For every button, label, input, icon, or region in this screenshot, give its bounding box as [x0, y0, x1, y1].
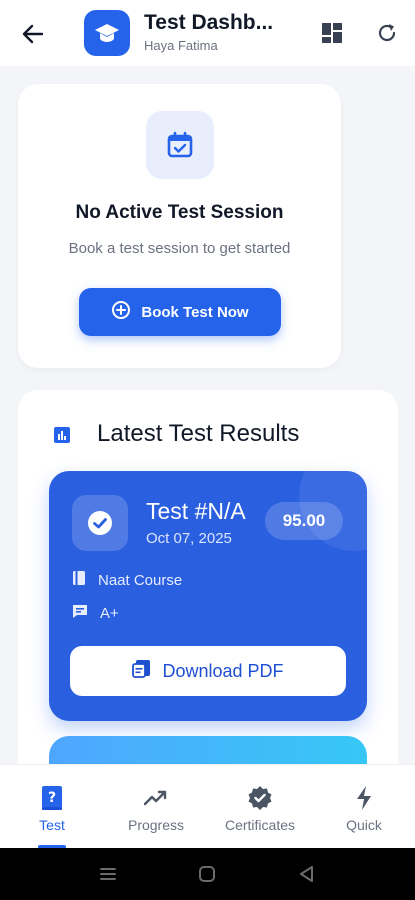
grade-row: A+ [72, 603, 119, 623]
system-back-icon[interactable] [296, 864, 316, 884]
test-date: Oct 07, 2025 [146, 530, 232, 547]
trending-up-icon [143, 785, 169, 811]
book-test-button[interactable]: Book Test Now [79, 288, 281, 336]
graduation-cap-icon [84, 10, 130, 56]
recent-apps-icon[interactable] [98, 864, 118, 884]
nav-item-quick[interactable]: Quick [312, 765, 415, 849]
test-result-card: Test #N/A Oct 07, 2025 95.00 Naat Course… [49, 471, 367, 721]
nav-item-progress[interactable]: Progress [104, 765, 208, 849]
user-name: Haya Fatima [144, 38, 218, 53]
home-icon[interactable] [197, 864, 217, 884]
question-book-icon: ? [39, 785, 65, 811]
svg-text:?: ? [48, 790, 56, 806]
refresh-icon[interactable] [374, 20, 400, 46]
bottom-navigation: ? Test Progress Certificates Quick [0, 764, 415, 849]
pdf-file-icon [132, 659, 152, 684]
download-pdf-label: Download PDF [162, 660, 284, 681]
nav-label-certificates: Certificates [224, 817, 296, 833]
section-title: Latest Test Results [97, 420, 300, 447]
app-bar: Test Dashb... Haya Fatima [0, 0, 415, 66]
lightning-icon [351, 785, 377, 811]
score-badge: 95.00 [265, 502, 343, 540]
download-pdf-button[interactable]: Download PDF [70, 646, 346, 696]
course-row: Naat Course [72, 570, 182, 590]
check-circle-icon [72, 495, 128, 551]
bar-chart-icon [53, 426, 71, 444]
empty-session-title: No Active Test Session [75, 202, 284, 223]
latest-results-section: Latest Test Results Test #N/A Oct 07, 20… [18, 390, 398, 810]
add-circle-icon [111, 300, 131, 324]
verified-badge-icon [247, 785, 273, 811]
system-navigation-bar [0, 848, 415, 900]
dashboard-grid-icon[interactable] [319, 20, 345, 46]
nav-item-test[interactable]: ? Test [0, 765, 104, 849]
empty-session-subtitle: Book a test session to get started [68, 240, 291, 257]
course-name: Naat Course [98, 571, 183, 589]
page-title: Test Dashb... [144, 11, 274, 34]
nav-label-progress: Progress [127, 817, 185, 833]
nav-item-certificates[interactable]: Certificates [208, 765, 312, 849]
comment-icon [72, 603, 88, 623]
grade-value: A+ [100, 604, 119, 622]
book-test-label: Book Test Now [141, 303, 249, 321]
nav-label-quick: Quick [346, 817, 382, 833]
book-icon [72, 570, 86, 590]
test-number: Test #N/A [146, 498, 246, 524]
empty-session-card: No Active Test Session Book a test sessi… [18, 84, 341, 368]
back-arrow-icon[interactable] [18, 19, 48, 49]
calendar-check-icon [146, 111, 214, 179]
nav-label-test: Test [39, 817, 65, 833]
